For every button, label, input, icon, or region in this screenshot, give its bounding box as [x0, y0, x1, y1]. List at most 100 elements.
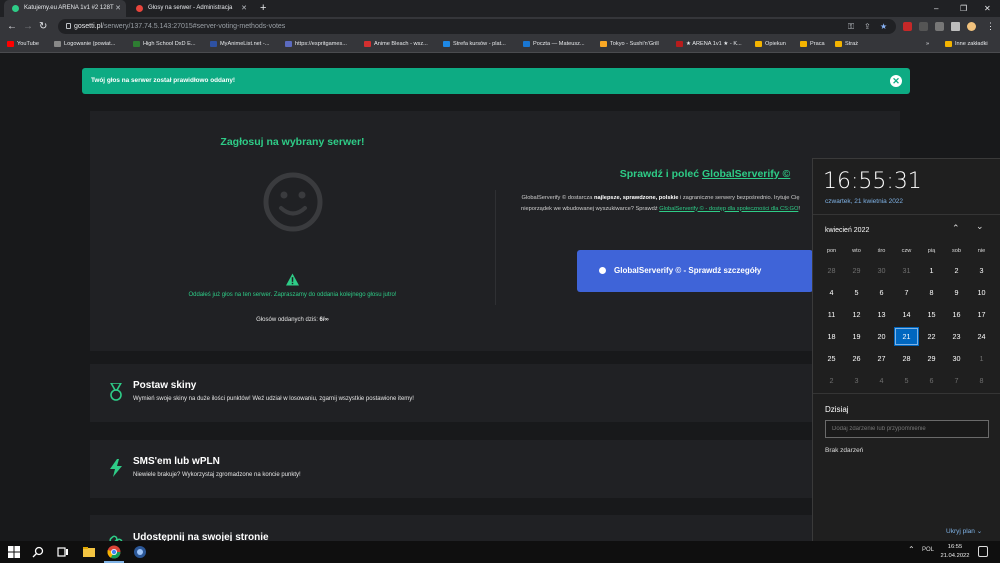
extension-icon[interactable]	[919, 22, 928, 31]
reload-icon[interactable]: ↻	[39, 17, 47, 36]
puzzle-icon[interactable]	[935, 22, 944, 31]
feature-card-skins[interactable]: Postaw skiny Wymień swoje skiny na duże …	[90, 364, 903, 422]
bookmark-folder[interactable]: Opiekun	[755, 36, 786, 52]
bookmark-item[interactable]: Logowanie (powiat...	[54, 36, 115, 52]
new-tab-button[interactable]: +	[260, 0, 266, 17]
bookmark-item[interactable]: ★ ARENA 1v1 ★ - K...	[676, 36, 742, 52]
calendar-day[interactable]: 7	[894, 283, 919, 302]
globalserverify-button[interactable]: GlobalServerify © - Sprawdź szczegóły	[577, 250, 813, 292]
calendar-day[interactable]: 9	[944, 283, 969, 302]
calendar-day[interactable]: 3	[844, 371, 869, 390]
calendar-day[interactable]: 8	[919, 283, 944, 302]
calendar-day[interactable]: 1	[969, 349, 994, 368]
sidebar-icon[interactable]	[951, 22, 960, 31]
calendar-day[interactable]: 30	[944, 349, 969, 368]
calendar-day[interactable]: 26	[844, 349, 869, 368]
search-icon[interactable]	[31, 545, 45, 559]
chevron-down-icon[interactable]: ⌄	[976, 221, 984, 232]
calendar-day[interactable]: 20	[869, 327, 894, 346]
language-indicator[interactable]: POL	[922, 547, 934, 553]
close-window-button[interactable]: ✕	[984, 0, 991, 17]
bookmark-item[interactable]: Tokyo - Sushi'n'Grill	[600, 36, 659, 52]
avatar[interactable]	[967, 22, 976, 31]
key-icon[interactable]: ⚿	[848, 19, 854, 34]
calendar-day[interactable]: 24	[969, 327, 994, 346]
feature-card-sms[interactable]: SMS'em lub wPLN Niewiele brakuje? Wykorz…	[90, 440, 903, 498]
calendar-day[interactable]: 5	[844, 283, 869, 302]
calendar-day[interactable]: 8	[969, 371, 994, 390]
hide-plan-link[interactable]: Ukryj plan ⌄	[946, 527, 982, 535]
calendar-day[interactable]: 4	[819, 283, 844, 302]
calendar-day[interactable]: 21	[894, 327, 919, 346]
calendar-day[interactable]: 31	[894, 261, 919, 280]
chrome-icon[interactable]	[107, 545, 121, 559]
calendar-day[interactable]: 4	[869, 371, 894, 390]
calendar-day[interactable]: 13	[869, 305, 894, 324]
extension-icon[interactable]	[903, 22, 912, 31]
calendar-day[interactable]: 7	[944, 371, 969, 390]
bookmark-item[interactable]: Poczta — Mateusz...	[523, 36, 585, 52]
calendar-day[interactable]: 10	[969, 283, 994, 302]
tab-close-icon[interactable]: ✕	[241, 0, 247, 17]
calendar-day[interactable]: 25	[819, 349, 844, 368]
calendar-day[interactable]: 22	[919, 327, 944, 346]
calendar-day[interactable]: 12	[844, 305, 869, 324]
bookmark-folder[interactable]: Praca	[800, 36, 825, 52]
bookmark-item[interactable]: https://espritgames...	[285, 36, 347, 52]
calendar-day[interactable]: 27	[869, 349, 894, 368]
calendar-day[interactable]: 14	[894, 305, 919, 324]
file-explorer-icon[interactable]	[82, 545, 96, 559]
date-long-link[interactable]: czwartek, 21 kwietnia 2022	[825, 198, 903, 205]
calendar-day[interactable]: 15	[919, 305, 944, 324]
tray-clock[interactable]: 16:55 21.04.2022	[940, 543, 970, 561]
calendar-day[interactable]: 19	[844, 327, 869, 346]
url-text[interactable]: gosetti.pl/serwery/137.74.5.143:27015#se…	[74, 19, 285, 34]
bookmark-folder[interactable]: Straż	[835, 36, 858, 52]
bookmark-item[interactable]: High School DxD E...	[133, 36, 196, 52]
calendar-day[interactable]: 23	[944, 327, 969, 346]
bookmark-item[interactable]: Strefa kursów - plat...	[443, 36, 506, 52]
tab-glosy[interactable]: Głosy na serwer - Administracja ✕	[128, 0, 252, 17]
calendar-day[interactable]: 3	[969, 261, 994, 280]
bookmark-star-icon[interactable]: ★	[880, 19, 887, 34]
calendar-day[interactable]: 18	[819, 327, 844, 346]
bookmark-item[interactable]: MyAnimeList.net -...	[210, 36, 269, 52]
tab-close-icon[interactable]: ✕	[115, 0, 121, 17]
bookmark-item[interactable]: YouTube	[7, 36, 39, 52]
calendar-day[interactable]: 1	[919, 261, 944, 280]
globalserverify-link[interactable]: GlobalServerify ©	[702, 168, 790, 180]
menu-dots-icon[interactable]: ⋮	[986, 17, 995, 36]
bookmark-item[interactable]: Anime Bleach - wsz...	[364, 36, 428, 52]
task-view-icon[interactable]	[56, 545, 70, 559]
calendar-day[interactable]: 11	[819, 305, 844, 324]
calendar-day[interactable]: 28	[819, 261, 844, 280]
calendar-day[interactable]: 6	[919, 371, 944, 390]
tab-katujemy[interactable]: Katujemy.eu ARENA 1v1 #2 128T ✕	[4, 0, 126, 17]
calendar-day[interactable]: 2	[819, 371, 844, 390]
notification-icon[interactable]	[978, 546, 988, 557]
address-bar[interactable]: gosetti.pl/serwery/137.74.5.143:27015#se…	[58, 19, 896, 34]
back-arrow-icon[interactable]: ←	[7, 17, 17, 36]
share-icon[interactable]: ⇪	[864, 19, 871, 34]
calendar-day[interactable]: 29	[919, 349, 944, 368]
forward-arrow-icon[interactable]: →	[23, 17, 33, 36]
calendar-day[interactable]: 28	[894, 349, 919, 368]
desc-link[interactable]: GlobalServerify © - dostęp dla społeczno…	[659, 206, 798, 212]
chevron-up-icon[interactable]: ⌃	[952, 223, 960, 234]
calendar-day[interactable]: 17	[969, 305, 994, 324]
calendar-day[interactable]: 29	[844, 261, 869, 280]
feature-card-share[interactable]: Udostępnij na swojej stronie	[90, 515, 900, 541]
calendar-day[interactable]: 16	[944, 305, 969, 324]
event-input[interactable]	[825, 420, 989, 438]
close-icon[interactable]: ✕	[890, 75, 902, 87]
windows-start-icon[interactable]	[7, 545, 21, 559]
maximize-button[interactable]: ❐	[960, 0, 967, 17]
tray-expand-icon[interactable]: ⌃	[908, 545, 915, 554]
other-bookmarks-folder[interactable]: Inne zakładki	[945, 36, 988, 52]
bookmarks-more-button[interactable]: »	[926, 36, 929, 52]
minimize-button[interactable]: –	[934, 0, 938, 17]
month-label[interactable]: kwiecień 2022	[825, 227, 869, 234]
calendar-day[interactable]: 5	[894, 371, 919, 390]
calendar-day[interactable]: 2	[944, 261, 969, 280]
app-icon[interactable]	[133, 545, 147, 559]
